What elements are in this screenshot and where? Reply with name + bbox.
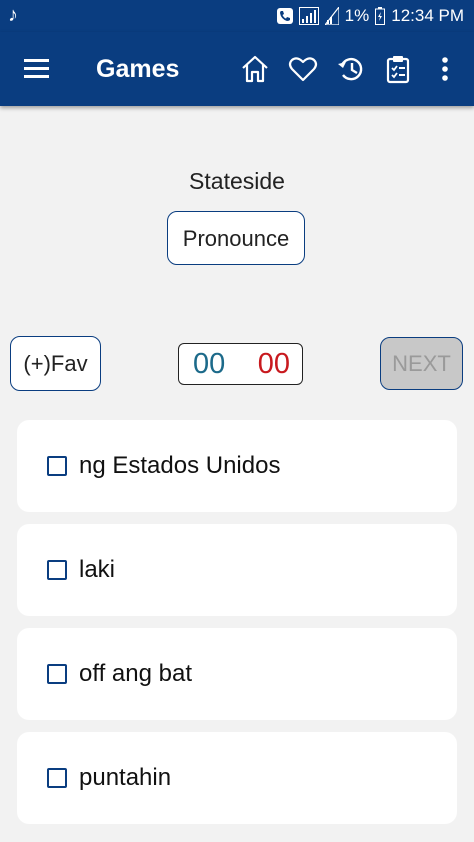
heart-icon[interactable]	[287, 53, 319, 85]
answer-option-label: off ang bat	[79, 660, 192, 687]
quiz-word: Stateside	[189, 168, 285, 194]
answer-option[interactable]: ng Estados Unidos	[17, 420, 457, 512]
answer-option[interactable]: laki	[17, 524, 457, 616]
answer-option-label: laki	[79, 556, 116, 583]
history-icon[interactable]	[335, 53, 367, 85]
checkbox[interactable]	[47, 560, 67, 580]
checkbox[interactable]	[47, 456, 67, 476]
answer-option[interactable]: puntahin	[17, 732, 457, 824]
signal-icon	[324, 7, 339, 25]
answer-option[interactable]: off ang bat	[17, 628, 457, 720]
add-favorite-button[interactable]: (+)Fav	[10, 336, 101, 391]
correct-count: 00	[193, 348, 226, 380]
pronounce-button[interactable]: Pronounce	[167, 211, 305, 265]
clock: 12:34 PM	[391, 6, 464, 25]
phone-icon	[276, 8, 293, 24]
status-icons: 1% 12:34 PM	[276, 5, 464, 27]
signal-icon	[298, 7, 319, 25]
home-icon[interactable]	[239, 53, 271, 85]
more-vert-icon[interactable]	[429, 53, 461, 85]
next-button[interactable]: NEXT	[380, 337, 463, 390]
checkbox[interactable]	[47, 664, 67, 684]
answer-option-label: ng Estados Unidos	[79, 452, 281, 479]
checkbox[interactable]	[47, 768, 67, 788]
battery-icon	[375, 7, 386, 25]
status-bar: ♪ 1% 12:34 PM	[0, 0, 474, 32]
answer-option-label: puntahin	[79, 764, 172, 791]
menu-icon[interactable]	[22, 56, 52, 82]
score-box: 00 00	[178, 343, 303, 385]
battery-text: 1%	[344, 6, 370, 25]
clipboard-icon[interactable]	[382, 53, 414, 85]
wrong-count: 00	[257, 348, 290, 380]
music-note-icon: ♪	[8, 4, 18, 26]
app-bar: Games	[0, 32, 474, 106]
page-title: Games	[96, 55, 180, 83]
